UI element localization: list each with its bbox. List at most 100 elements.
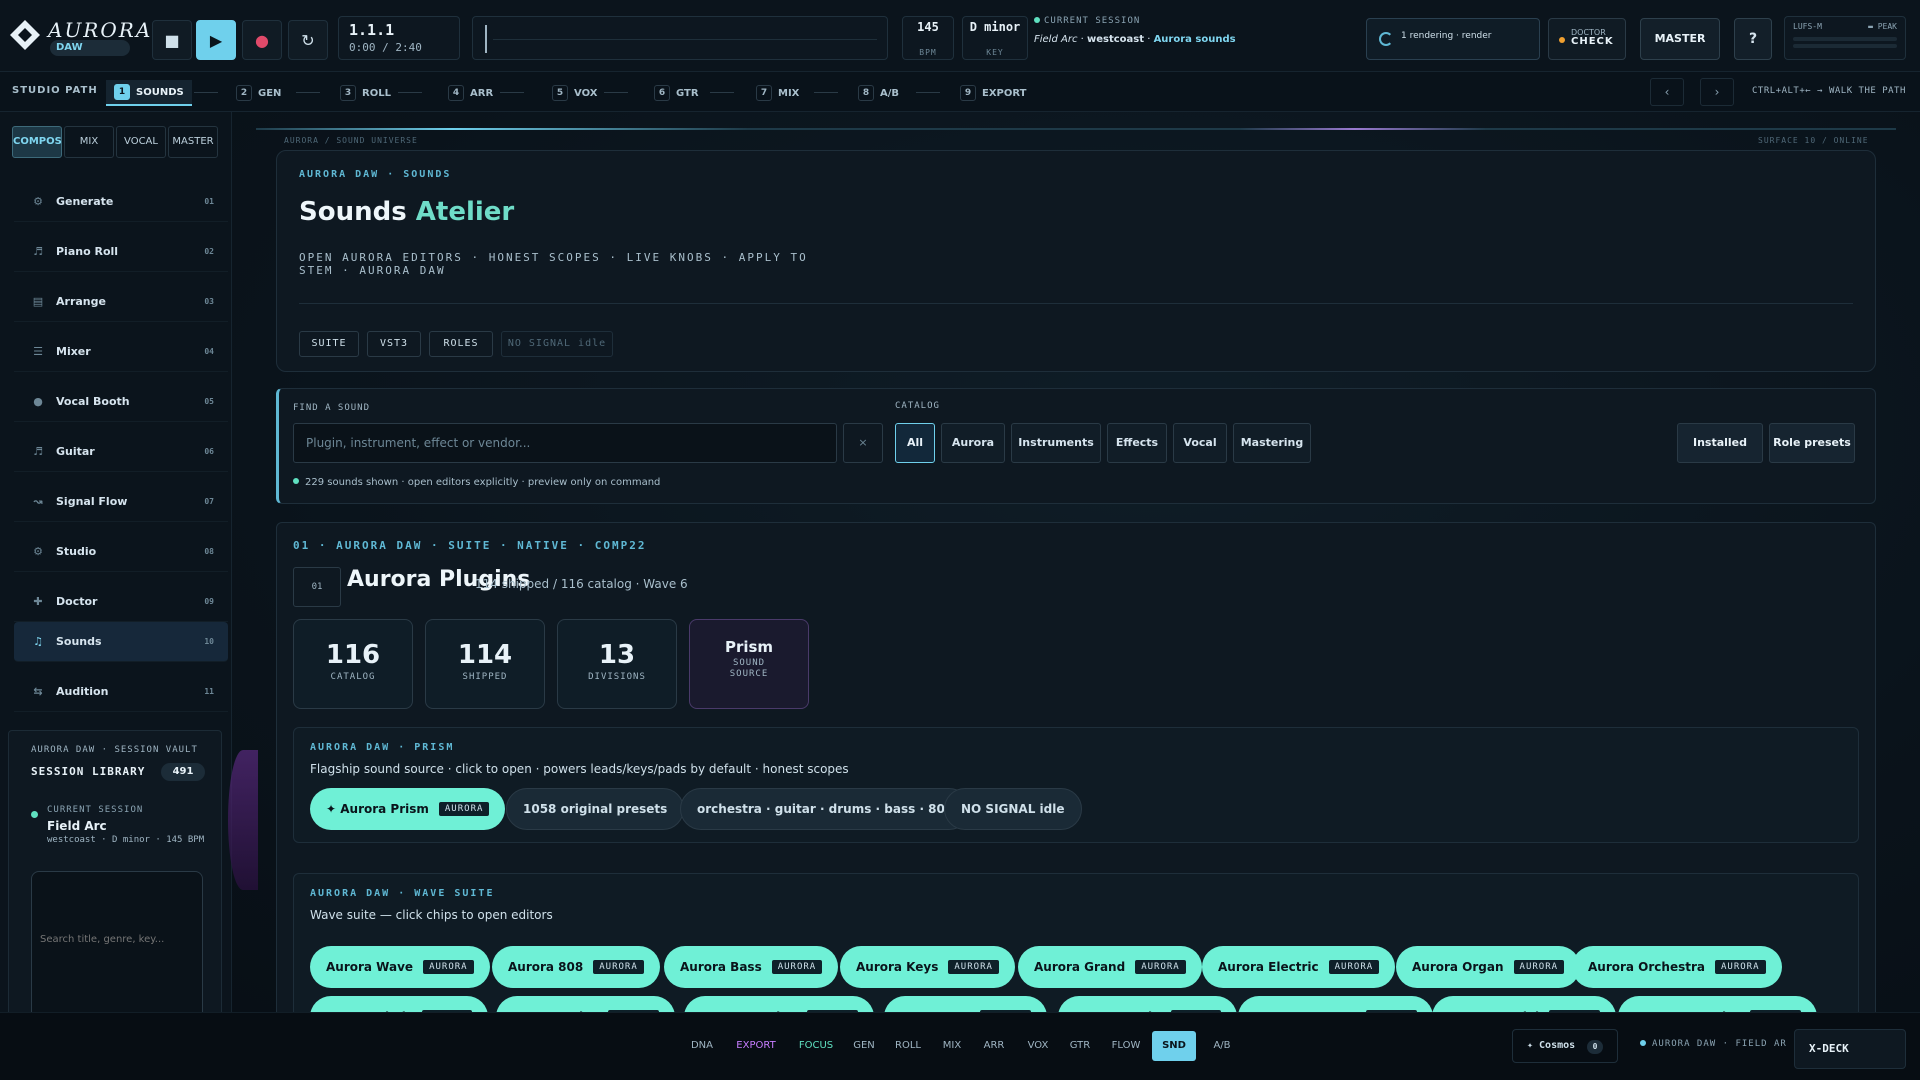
sidebar-item-vocal-booth[interactable]: ● Vocal Booth 05 — [14, 382, 228, 422]
filter-pill-vst3[interactable]: VST3 — [367, 331, 421, 357]
bottom-tab-arr[interactable]: ARR — [976, 1031, 1012, 1061]
catalog-filter-vocal[interactable]: Vocal — [1173, 423, 1227, 463]
plugin-chip[interactable]: Aurora Keys AURORA — [840, 946, 1015, 988]
bottom-tab-ab[interactable]: A/B — [1204, 1031, 1240, 1061]
bottom-tab-focus[interactable]: FOCUS — [792, 1031, 840, 1061]
lufs-label: LUFS-M — [1793, 22, 1822, 31]
plugin-chip[interactable]: Aurora GrainAURORA — [1058, 996, 1238, 1012]
role-presets-button[interactable]: Role presets — [1769, 423, 1855, 463]
x-deck-button[interactable]: X-DECK — [1794, 1029, 1906, 1069]
path-prev-button[interactable]: ‹ — [1650, 78, 1684, 106]
plugin-chip[interactable]: Aurora 808 AURORA — [492, 946, 660, 988]
current-session-card[interactable]: CURRENT SESSION Field Arc westcoast · D … — [21, 797, 217, 857]
bottom-tab-vox[interactable]: VOX — [1020, 1031, 1056, 1061]
progress-strip — [256, 128, 1896, 130]
stop-button[interactable]: ■ — [152, 20, 192, 60]
sidebar-item-mixer[interactable]: ☰ Mixer 04 — [14, 332, 228, 372]
help-button[interactable]: ? — [1734, 18, 1772, 60]
plugin-chip[interactable]: Aurora Organ AURORA — [1396, 946, 1581, 988]
path-step-gen[interactable]: 2 GEN — [236, 80, 281, 106]
path-step-arr[interactable]: 4 ARR — [448, 80, 493, 106]
bpm-value: 145 — [917, 20, 939, 34]
timeline-scrubber[interactable] — [472, 16, 888, 60]
session-library-title: SESSION LIBRARY — [31, 765, 146, 778]
path-step-sounds[interactable]: 1 SOUNDS — [106, 80, 192, 106]
bpm-box[interactable]: 145 BPM — [902, 16, 954, 60]
session-search-input[interactable] — [40, 934, 190, 945]
aurora-prism-chip[interactable]: ✦ Aurora Prism AURORA — [310, 788, 506, 830]
sidebar-item-piano-roll[interactable]: ♬ Piano Roll 02 — [14, 232, 228, 272]
path-step-gtr[interactable]: 6 GTR — [654, 80, 699, 106]
master-button[interactable]: MASTER — [1640, 18, 1720, 60]
record-button[interactable]: ● — [242, 20, 282, 60]
sound-search-input[interactable] — [293, 423, 837, 463]
sidebar-item-sounds[interactable]: ♫ Sounds 10 — [14, 622, 228, 662]
flow-arrow-icon: ↝ — [33, 495, 43, 508]
clear-search-button[interactable]: × — [843, 423, 883, 463]
cosmos-button[interactable]: ✦ Cosmos 0 — [1512, 1029, 1618, 1063]
sidebar-item-signal-flow[interactable]: ↝ Signal Flow 07 — [14, 482, 228, 522]
path-step-ab[interactable]: 8 A/B — [858, 80, 899, 106]
bottom-tab-mix[interactable]: MIX — [936, 1031, 968, 1061]
bottom-tab-dna[interactable]: DNA — [684, 1031, 720, 1061]
playhead[interactable] — [485, 25, 487, 53]
mode-tab-vocal[interactable]: VOCAL — [116, 126, 166, 158]
wave-description: Wave suite — click chips to open editors — [310, 908, 553, 922]
sidebar-item-doctor[interactable]: ✚ Doctor 09 — [14, 582, 228, 622]
sidebar-item-arrange[interactable]: ▤ Arrange 03 — [14, 282, 228, 322]
catalog-filter-all[interactable]: All — [895, 423, 935, 463]
plugin-chip[interactable]: Aurora Electric AURORA — [1202, 946, 1396, 988]
bottom-tab-gen[interactable]: GEN — [848, 1031, 880, 1061]
sidebar-item-generate[interactable]: ⚙ Generate 01 — [14, 182, 228, 222]
plugin-chip[interactable]: Aurora Orchestra AURORA — [1572, 946, 1782, 988]
play-button[interactable]: ▶ — [196, 20, 236, 60]
plugin-chip[interactable]: Aurora FMAURORA — [884, 996, 1047, 1012]
plugin-chip[interactable]: Aurora Wave AURORA — [310, 946, 490, 988]
plugin-chip[interactable]: Aurora SamplerAURORA — [1618, 996, 1817, 1012]
catalog-filter-mastering[interactable]: Mastering — [1233, 423, 1311, 463]
bottom-tab-flow[interactable]: FLOW — [1106, 1031, 1146, 1061]
plugin-chip[interactable]: Aurora Grand AURORA — [1018, 946, 1202, 988]
music-notes-icon: ♫ — [33, 635, 43, 648]
time-readout: 0:00 / 2:40 — [349, 41, 422, 54]
bottom-tab-gtr[interactable]: GTR — [1062, 1031, 1098, 1061]
render-status[interactable]: 1 rendering · render — [1366, 18, 1540, 60]
plugin-chip[interactable]: Aurora Bass AURORA — [664, 946, 839, 988]
session-status-dot — [31, 811, 38, 818]
plugin-chip[interactable]: Aurora SpectraAURORA — [1238, 996, 1433, 1012]
catalog-filter-effects[interactable]: Effects — [1107, 423, 1167, 463]
key-box[interactable]: D minor KEY — [962, 16, 1028, 60]
plugin-chip[interactable]: Aurora ModalAURORA — [1432, 996, 1616, 1012]
sidebar-item-audition[interactable]: ⇆ Audition 11 — [14, 672, 228, 712]
plugin-chip[interactable]: Aurora ChoirAURORA — [310, 996, 489, 1012]
catalog-filter-instruments[interactable]: Instruments — [1011, 423, 1101, 463]
catalog-filter-aurora[interactable]: Aurora — [941, 423, 1005, 463]
stat-prism-sound-source[interactable]: Prism SOUND SOURCE — [689, 619, 809, 709]
bottom-tab-roll[interactable]: ROLL — [888, 1031, 928, 1061]
mode-tab-mix[interactable]: MIX — [64, 126, 114, 158]
path-step-vox[interactable]: 5 VOX — [552, 80, 597, 106]
cosmos-count: 0 — [1587, 1040, 1603, 1054]
path-connector — [710, 92, 734, 93]
filter-pill-roles[interactable]: ROLES — [429, 331, 493, 357]
bottom-tab-snd[interactable]: SND — [1152, 1031, 1196, 1061]
plugin-chip[interactable]: Aurora VoiceAURORA — [496, 996, 675, 1012]
mode-tab-compose[interactable]: COMPOSE — [12, 126, 62, 158]
path-next-button[interactable]: › — [1700, 78, 1734, 106]
plugin-chip[interactable]: Aurora AnalogAURORA — [684, 996, 874, 1012]
path-connector — [604, 92, 628, 93]
bottom-tab-export[interactable]: EXPORT — [728, 1031, 784, 1061]
presets-count-chip[interactable]: 1058 original presets — [506, 788, 685, 830]
doctor-check-button[interactable]: DOCTOR CHECK — [1548, 18, 1626, 60]
path-step-export[interactable]: 9 EXPORT — [960, 80, 1026, 106]
loop-button[interactable]: ↻ — [288, 20, 328, 60]
installed-button[interactable]: Installed — [1677, 423, 1763, 463]
path-step-mix[interactable]: 7 MIX — [756, 80, 799, 106]
mode-tab-master[interactable]: MASTER — [168, 126, 218, 158]
sidebar-item-studio[interactable]: ⚙ Studio 08 — [14, 532, 228, 572]
path-step-roll[interactable]: 3 ROLL — [340, 80, 391, 106]
filter-pill-suite[interactable]: SUITE — [299, 331, 359, 357]
sidebar-item-guitar[interactable]: ♬ Guitar 06 — [14, 432, 228, 472]
instrument-categories-chip[interactable]: orchestra · guitar · drums · bass · 808 — [680, 788, 971, 830]
music-note-icon: ♬ — [33, 445, 43, 458]
